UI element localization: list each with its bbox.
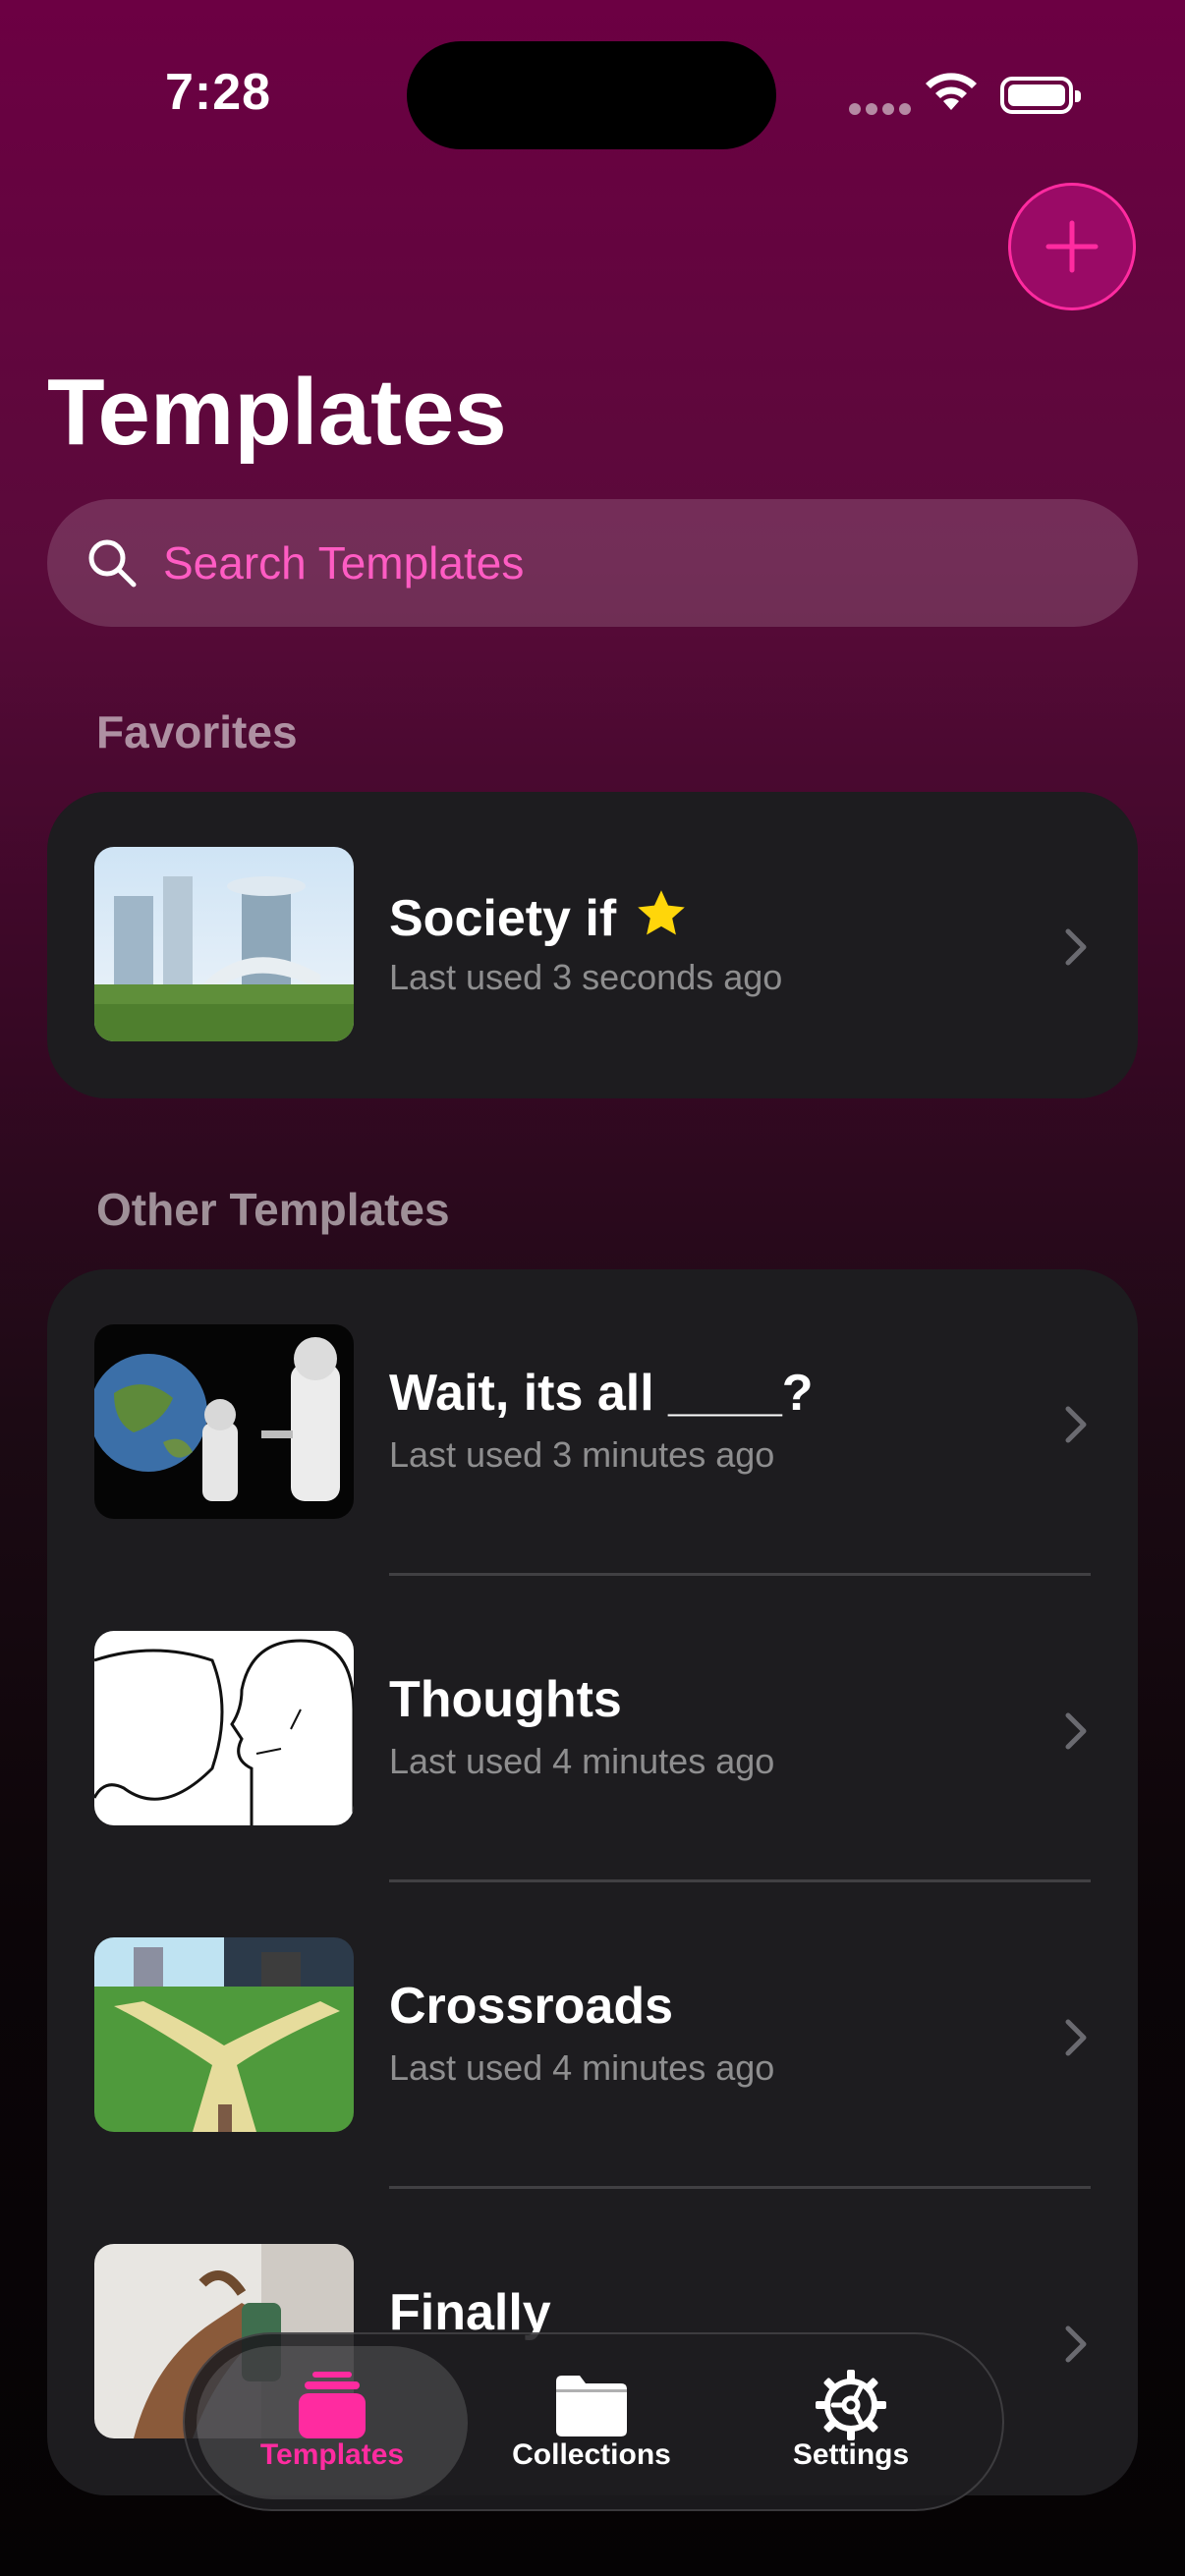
battery-icon xyxy=(1000,77,1081,114)
template-title: Thoughts xyxy=(389,1671,622,1728)
chevron-right-icon xyxy=(1065,1712,1087,1750)
tab-label: Settings xyxy=(792,2438,910,2471)
tab-templates[interactable]: Templates xyxy=(197,2346,468,2499)
template-row-society-if[interactable]: Society if Last used 3 seconds ago xyxy=(47,792,1138,1098)
template-thumbnail xyxy=(94,1631,354,1825)
template-last-used: Last used 3 minutes ago xyxy=(389,1434,775,1475)
template-title: Crossroads xyxy=(389,1978,673,2035)
wifi-icon xyxy=(926,73,977,110)
tab-collections[interactable]: Collections xyxy=(456,2346,727,2499)
template-row-wait-its-all[interactable]: Wait, its all ____? Last used 3 minutes … xyxy=(47,1269,1138,1576)
cellular-signal-icon xyxy=(849,102,916,120)
template-last-used: Last used 4 minutes ago xyxy=(389,2047,775,2088)
template-title: Wait, its all ____? xyxy=(389,1365,814,1422)
section-header-favorites: Favorites xyxy=(96,706,298,757)
template-row-crossroads[interactable]: Crossroads Last used 4 minutes ago xyxy=(47,1882,1138,2189)
template-last-used: Last used 4 minutes ago xyxy=(389,1741,775,1781)
tab-settings[interactable]: Settings xyxy=(715,2346,987,2499)
template-row-thoughts[interactable]: Thoughts Last used 4 minutes ago xyxy=(47,1576,1138,1882)
status-bar: 7:28 xyxy=(0,0,1185,187)
other-templates-card: Wait, its all ____? Last used 3 minutes … xyxy=(47,1269,1138,2495)
search-input[interactable] xyxy=(161,535,1049,590)
template-thumbnail xyxy=(94,847,354,1041)
favorites-card: Society if Last used 3 seconds ago xyxy=(47,792,1138,1098)
tab-bar: Templates Collections Settings xyxy=(183,2332,1004,2511)
chevron-right-icon xyxy=(1065,1406,1087,1443)
status-time: 7:28 xyxy=(165,64,272,121)
plus-icon xyxy=(1045,220,1099,273)
tab-label: Templates xyxy=(259,2438,405,2471)
template-thumbnail xyxy=(94,1937,354,2132)
template-thumbnail xyxy=(94,1324,354,1519)
gear-icon xyxy=(816,2370,886,2440)
template-title: Society if xyxy=(389,886,689,948)
page-title: Templates xyxy=(47,360,507,465)
search-bar[interactable] xyxy=(47,499,1138,627)
tab-label: Collections xyxy=(512,2438,671,2471)
folder-icon xyxy=(556,2376,627,2436)
star-icon xyxy=(638,890,685,935)
template-last-used: Last used 3 seconds ago xyxy=(389,957,783,997)
section-header-other-templates: Other Templates xyxy=(96,1184,450,1235)
search-icon xyxy=(88,539,137,588)
add-template-button[interactable] xyxy=(1008,183,1136,310)
templates-stack-icon xyxy=(299,2372,366,2438)
chevron-right-icon xyxy=(1065,2019,1087,2056)
chevron-right-icon xyxy=(1065,928,1087,966)
dynamic-island xyxy=(407,41,776,149)
chevron-right-icon xyxy=(1065,2325,1087,2363)
